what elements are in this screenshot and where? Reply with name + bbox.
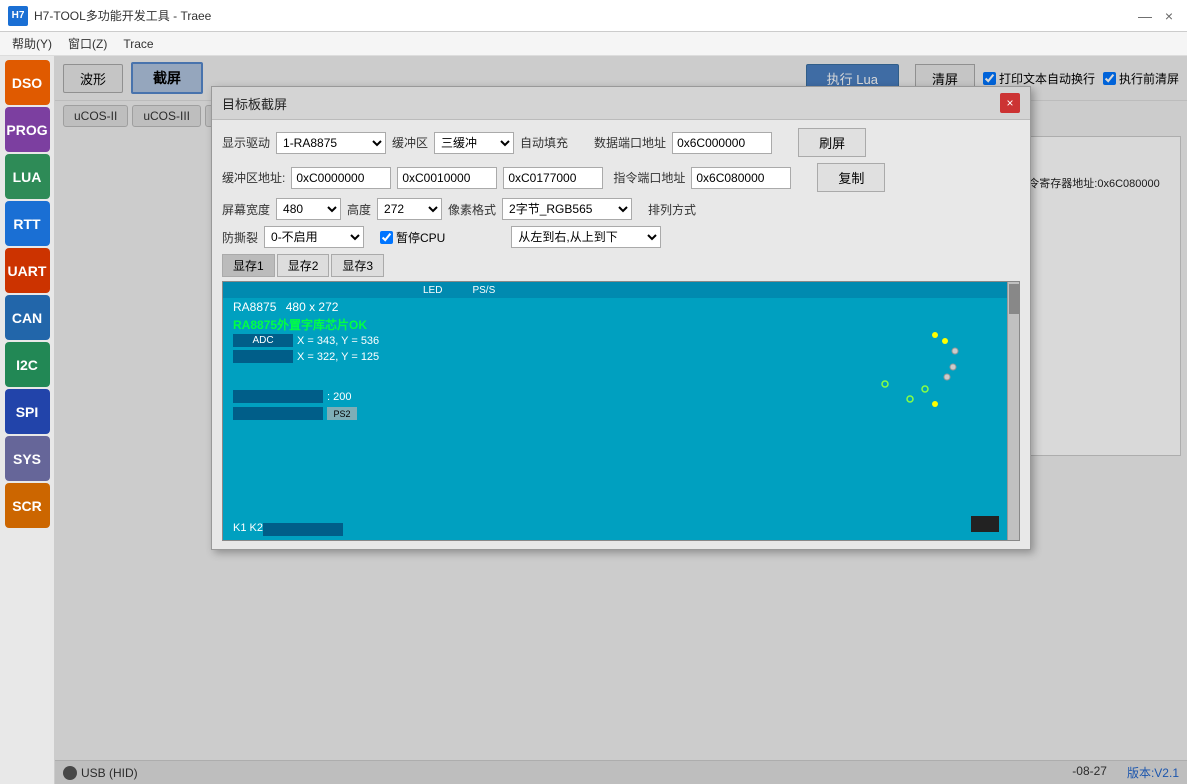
dot-green-3 xyxy=(906,392,914,406)
preview-ok-text: RA8875外置字库芯片OK xyxy=(233,316,367,333)
buffer-zone-select[interactable]: 三缓冲 xyxy=(434,132,514,154)
sidebar-item-prog[interactable]: PROG xyxy=(5,107,50,152)
buffer-addr2-input[interactable] xyxy=(397,167,497,189)
preview-scrollbar[interactable] xyxy=(1007,282,1019,540)
preview-ps2-row: PS2 xyxy=(233,407,357,420)
sidebar-item-sys[interactable]: SYS xyxy=(5,436,50,481)
menubar: 帮助(Y) 窗口(Z) Trace xyxy=(0,32,1187,56)
preview-led-label: LED xyxy=(423,285,442,296)
copy-button[interactable]: 复制 xyxy=(817,163,885,192)
form-row-3: 屏幕宽度 480 高度 272 像素格式 2字节_RGB565 排列方式 xyxy=(222,198,1020,220)
preview-tab-1[interactable]: 显存1 xyxy=(222,254,275,277)
preview-adc-row: ADC X = 343, Y = 536 xyxy=(233,334,379,347)
dot-gray-1 xyxy=(951,344,959,358)
screen-height-select[interactable]: 272 xyxy=(377,198,442,220)
sidebar-item-scr[interactable]: SCR xyxy=(5,483,50,528)
sidebar-item-can[interactable]: CAN xyxy=(5,295,50,340)
pixel-format-label: 像素格式 xyxy=(448,201,496,218)
sidebar-item-lua[interactable]: LUA xyxy=(5,154,50,199)
data-port-label: 数据端口地址 xyxy=(594,134,666,151)
anti-tear-select[interactable]: 0-不启用 xyxy=(264,226,364,248)
dot-yellow-1 xyxy=(931,328,939,342)
content-area: 波形 截屏 执行 Lua 清屏 打印文本自动换行 执行前清屏 uCOS-II u… xyxy=(55,56,1187,784)
auto-fill-label: 自动填充 xyxy=(520,134,568,151)
dialog-close-button[interactable]: × xyxy=(1000,93,1020,113)
form-row-1: 显示驱动 1-RA8875 缓冲区 三缓冲 自动填充 数据端口地址 刷屏 xyxy=(222,128,1020,157)
screen-preview: LED PS/S RA8875 480 x 272 RA8875外置字库芯片OK xyxy=(222,281,1020,541)
buffer-zone-label: 缓冲区 xyxy=(392,134,428,151)
cmd-port-input[interactable] xyxy=(691,167,791,189)
dot-green-2 xyxy=(881,377,889,391)
buffer-addr1-input[interactable] xyxy=(291,167,391,189)
arrange-label: 排列方式 xyxy=(648,201,696,218)
sidebar: DSO PROG LUA RTT UART CAN I2C SPI SYS SC… xyxy=(0,56,55,784)
preview-chip-info: RA8875 480 x 272 xyxy=(233,300,338,314)
display-driver-select[interactable]: 1-RA8875 xyxy=(276,132,386,154)
form-row-4: 防撕裂 0-不启用 暂停CPU 从左到右,从上到下 xyxy=(222,226,1020,248)
sidebar-item-rtt[interactable]: RTT xyxy=(5,201,50,246)
dialog-titlebar: 目标板截屏 × xyxy=(212,87,1030,120)
app-title: H7-TOOL多功能开发工具 - Traee xyxy=(34,7,211,24)
screen-height-label: 高度 xyxy=(347,201,371,218)
preview-tab-3[interactable]: 显存3 xyxy=(331,254,384,277)
menu-window[interactable]: 窗口(Z) xyxy=(60,33,115,54)
preview-ps-label: PS/S xyxy=(472,285,495,296)
app-icon: H7 xyxy=(8,6,28,26)
preview-value-row: : 200 xyxy=(233,390,351,403)
dot-yellow-3 xyxy=(931,397,939,411)
modal-overlay: 目标板截屏 × 显示驱动 1-RA8875 缓冲区 三缓冲 xyxy=(55,56,1187,784)
menu-help[interactable]: 帮助(Y) xyxy=(4,33,60,54)
buffer-addr3-input[interactable] xyxy=(503,167,603,189)
refresh-button[interactable]: 刷屏 xyxy=(798,128,866,157)
preview-black-rect xyxy=(971,516,999,532)
dialog-body: 显示驱动 1-RA8875 缓冲区 三缓冲 自动填充 数据端口地址 刷屏 xyxy=(212,120,1030,549)
preview-tabs: 显存1 显存2 显存3 xyxy=(222,254,1020,277)
anti-tear-label: 防撕裂 xyxy=(222,229,258,246)
window-controls: — × xyxy=(1135,6,1179,26)
sidebar-item-dso[interactable]: DSO xyxy=(5,60,50,105)
direction-select[interactable]: 从左到右,从上到下 xyxy=(511,226,661,248)
form-row-2: 缓冲区地址: 指令端口地址 复制 xyxy=(222,163,1020,192)
preview-mouse-row: X = 322, Y = 125 xyxy=(233,350,379,363)
main-layout: DSO PROG LUA RTT UART CAN I2C SPI SYS SC… xyxy=(0,56,1187,784)
minimize-button[interactable]: — xyxy=(1135,6,1155,26)
preview-k-label: K1 K2 xyxy=(233,522,263,534)
sidebar-item-uart[interactable]: UART xyxy=(5,248,50,293)
screen-width-select[interactable]: 480 xyxy=(276,198,341,220)
menu-trace[interactable]: Trace xyxy=(115,35,161,53)
pixel-format-select[interactable]: 2字节_RGB565 xyxy=(502,198,632,220)
sidebar-item-spi[interactable]: SPI xyxy=(5,389,50,434)
screen-width-label: 屏幕宽度 xyxy=(222,201,270,218)
preview-tab-2[interactable]: 显存2 xyxy=(277,254,330,277)
titlebar: H7 H7-TOOL多功能开发工具 - Traee — × xyxy=(0,0,1187,32)
dot-green-1 xyxy=(921,382,929,396)
dot-gray-3 xyxy=(943,370,951,384)
display-driver-label: 显示驱动 xyxy=(222,134,270,151)
cmd-port-label: 指令端口地址 xyxy=(613,169,685,186)
data-port-input[interactable] xyxy=(672,132,772,154)
buffer-addr-label: 缓冲区地址: xyxy=(222,169,285,186)
pause-cpu-checkbox[interactable]: 暂停CPU xyxy=(380,229,445,246)
close-button[interactable]: × xyxy=(1159,6,1179,26)
sidebar-item-i2c[interactable]: I2C xyxy=(5,342,50,387)
dot-yellow-2 xyxy=(941,334,949,348)
dialog-title: 目标板截屏 xyxy=(222,94,287,113)
dialog: 目标板截屏 × 显示驱动 1-RA8875 缓冲区 三缓冲 xyxy=(211,86,1031,550)
